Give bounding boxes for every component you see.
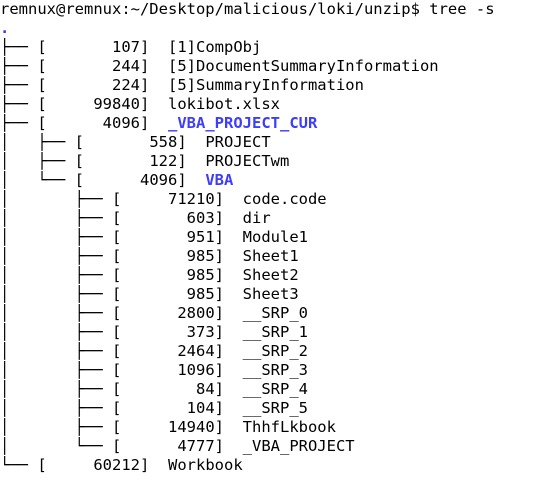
file-name: __SRP_3 — [242, 361, 308, 379]
tree-file-row: │ ├── [ 2464] __SRP_2 — [0, 342, 537, 361]
tree-branch-prefix: │ ├── [ — [0, 323, 122, 341]
file-name: _VBA_PROJECT — [242, 437, 355, 455]
tree-branch-prefix: │ ├── [ — [0, 399, 122, 417]
root-dir-name: . — [0, 19, 10, 37]
file-name: ThhfLkbook — [242, 418, 336, 436]
file-size: 985] — [121, 266, 224, 284]
prompt-text: remnux@remnux:~/Desktop/malicious/loki/u… — [0, 0, 495, 18]
file-size: 122] — [84, 152, 187, 170]
tree-branch-prefix: ├── [ — [0, 57, 47, 75]
tree-branch-prefix: └── [ — [0, 456, 47, 474]
file-size: 104] — [121, 399, 224, 417]
tree-file-row: └── [ 60212] Workbook — [0, 456, 537, 475]
tree-file-row: │ ├── [ 558] PROJECT — [0, 133, 537, 152]
tree-branch-prefix: │ ├── [ — [0, 342, 122, 360]
file-name: PROJECTwm — [205, 152, 290, 170]
tree-branch-prefix: │ ├── [ — [0, 152, 84, 170]
file-name: __SRP_5 — [242, 399, 308, 417]
file-size: 99840] — [46, 95, 150, 113]
file-name: code.code — [242, 190, 327, 208]
file-name: __SRP_1 — [242, 323, 308, 341]
tree-dir-row: ├── [ 4096] _VBA_PROJECT_CUR — [0, 114, 537, 133]
tree-file-row: │ ├── [ 603] dir — [0, 209, 537, 228]
tree-branch-prefix: │ ├── [ — [0, 247, 122, 265]
file-size: 4777] — [121, 437, 224, 455]
tree-branch-prefix: ├── [ — [0, 38, 47, 56]
file-size: 4096] — [46, 114, 150, 132]
file-size: 84] — [121, 380, 224, 398]
terminal-window[interactable]: remnux@remnux:~/Desktop/malicious/loki/u… — [0, 0, 537, 481]
file-size: 60212] — [46, 456, 150, 474]
tree-listing: ├── [ 107] [1]CompObj ├── [ 244] [5]Docum… — [0, 38, 537, 475]
tree-branch-prefix: │ ├── [ — [0, 209, 122, 227]
tree-file-row: │ ├── [ 84] __SRP_4 — [0, 380, 537, 399]
file-name: Sheet1 — [242, 247, 299, 265]
file-name: Workbook — [168, 456, 243, 474]
directory-name: _VBA_PROJECT_CUR — [168, 114, 318, 132]
tree-file-row: ├── [ 107] [1]CompObj — [0, 38, 537, 57]
file-size: 2464] — [121, 342, 224, 360]
file-size: 603] — [121, 209, 224, 227]
tree-branch-prefix: │ └── [ — [0, 171, 84, 189]
file-name: __SRP_0 — [242, 304, 308, 322]
file-size: 373] — [121, 323, 224, 341]
tree-branch-prefix: ├── [ — [0, 76, 47, 94]
tree-branch-prefix: │ └── [ — [0, 437, 122, 455]
tree-file-row: │ └── [ 4777] _VBA_PROJECT — [0, 437, 537, 456]
tree-file-row: ├── [ 244] [5]DocumentSummaryInformation — [0, 57, 537, 76]
tree-branch-prefix: │ ├── [ — [0, 285, 122, 303]
file-size: 985] — [121, 285, 224, 303]
file-name: __SRP_4 — [242, 380, 308, 398]
file-size: 2800] — [121, 304, 224, 322]
tree-dir-row: │ └── [ 4096] VBA — [0, 171, 537, 190]
file-name: __SRP_2 — [242, 342, 308, 360]
file-name: lokibot.xlsx — [168, 95, 280, 113]
tree-file-row: │ ├── [ 14940] ThhfLkbook — [0, 418, 537, 437]
file-name: [1]CompObj — [168, 38, 262, 56]
file-size: 71210] — [121, 190, 224, 208]
tree-file-row: ├── [ 224] [5]SummaryInformation — [0, 76, 537, 95]
tree-branch-prefix: │ ├── [ — [0, 304, 122, 322]
tree-file-row: │ ├── [ 122] PROJECTwm — [0, 152, 537, 171]
tree-file-row: ├── [ 99840] lokibot.xlsx — [0, 95, 537, 114]
tree-branch-prefix: │ ├── [ — [0, 133, 84, 151]
tree-file-row: │ ├── [ 373] __SRP_1 — [0, 323, 537, 342]
file-size: 224] — [46, 76, 150, 94]
file-name: Sheet3 — [242, 285, 299, 303]
tree-file-row: │ ├── [ 951] Module1 — [0, 228, 537, 247]
file-name: PROJECT — [205, 133, 271, 151]
file-size: 951] — [121, 228, 224, 246]
file-name: Sheet2 — [242, 266, 299, 284]
tree-branch-prefix: │ ├── [ — [0, 266, 122, 284]
file-size: 4096] — [84, 171, 187, 189]
file-size: 107] — [46, 38, 150, 56]
file-size: 985] — [121, 247, 224, 265]
tree-branch-prefix: │ ├── [ — [0, 190, 122, 208]
tree-file-row: │ ├── [ 1096] __SRP_3 — [0, 361, 537, 380]
tree-file-row: │ ├── [ 985] Sheet1 — [0, 247, 537, 266]
file-size: 244] — [46, 57, 150, 75]
tree-file-row: │ ├── [ 985] Sheet2 — [0, 266, 537, 285]
tree-branch-prefix: │ ├── [ — [0, 380, 122, 398]
file-name: [5]SummaryInformation — [168, 76, 364, 94]
file-name: [5]DocumentSummaryInformation — [168, 57, 439, 75]
file-size: 1096] — [121, 361, 224, 379]
tree-file-row: │ ├── [ 985] Sheet3 — [0, 285, 537, 304]
directory-name: VBA — [205, 171, 234, 189]
tree-branch-prefix: │ ├── [ — [0, 418, 122, 436]
tree-file-row: │ ├── [ 104] __SRP_5 — [0, 399, 537, 418]
tree-branch-prefix: ├── [ — [0, 95, 47, 113]
tree-branch-prefix: ├── [ — [0, 114, 47, 132]
command-line: remnux@remnux:~/Desktop/malicious/loki/u… — [0, 0, 537, 19]
tree-branch-prefix: │ ├── [ — [0, 228, 122, 246]
file-size: 558] — [84, 133, 187, 151]
tree-branch-prefix: │ ├── [ — [0, 361, 122, 379]
file-size: 14940] — [121, 418, 224, 436]
tree-root: . — [0, 19, 537, 38]
tree-file-row: │ ├── [ 71210] code.code — [0, 190, 537, 209]
tree-file-row: │ ├── [ 2800] __SRP_0 — [0, 304, 537, 323]
file-name: dir — [242, 209, 271, 227]
file-name: Module1 — [242, 228, 308, 246]
